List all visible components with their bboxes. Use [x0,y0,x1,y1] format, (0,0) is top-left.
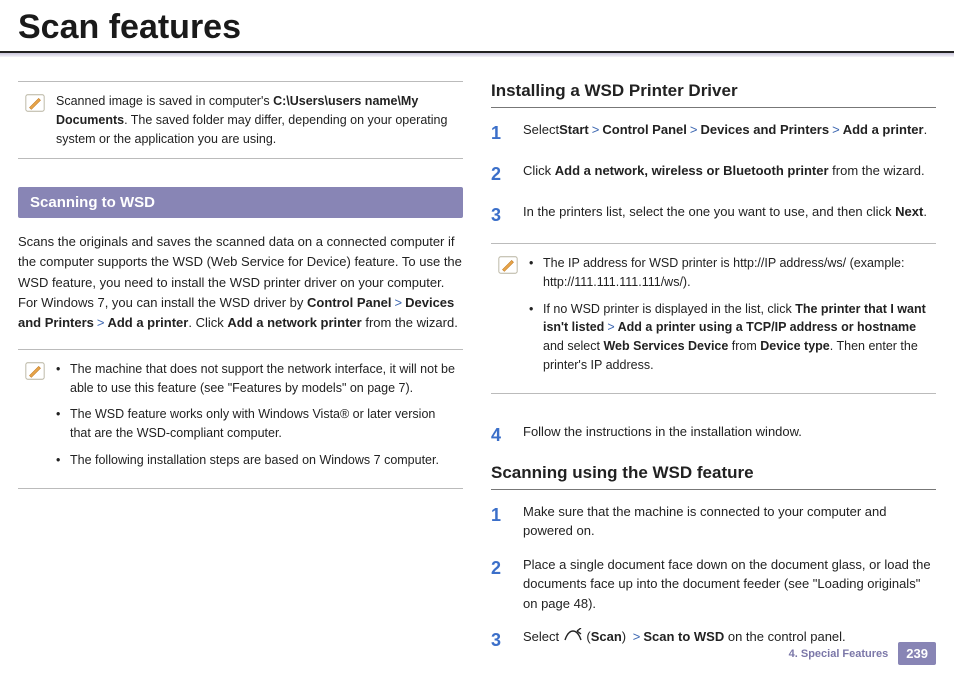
bold: Devices and Printers [700,122,829,137]
breadcrumb-sep: > [94,315,108,330]
paren: ( [583,629,591,644]
breadcrumb-sep: > [829,122,843,137]
list-item: If no WSD printer is displayed in the li… [529,300,930,375]
bold: Device type [760,339,829,353]
note-wsd-ip: The IP address for WSD printer is http:/… [491,243,936,394]
heading-rule [491,107,936,108]
step-number: 3 [491,627,509,654]
step-text: Follow the instructions in the installat… [523,422,936,449]
txt: Select [523,122,559,137]
bold: Start [559,122,589,137]
pencil-note-icon [24,360,46,382]
step-text: Place a single document face down on the… [523,555,936,614]
step-text: SelectStart>Control Panel>Devices and Pr… [523,120,936,147]
list-item: The IP address for WSD printer is http:/… [529,254,930,292]
scan-step-1: 1 Make sure that the machine is connecte… [491,502,936,541]
bold: Add a printer [843,122,924,137]
txt: from the wizard. [362,315,458,330]
note-wsd-requirements: The machine that does not support the ne… [18,349,463,489]
note-text: Scanned image is saved in computer's [56,94,273,108]
page-number: 239 [898,642,936,665]
section-heading-wsd: Scanning to WSD [18,187,463,218]
txt: If no WSD printer is displayed in the li… [543,302,795,316]
breadcrumb-sep: > [589,122,603,137]
heading-scan-wsd: Scanning using the WSD feature [491,463,936,483]
content-columns: Scanned image is saved in computer's C:\… [0,75,954,668]
txt: ). [683,275,691,289]
txt: Click [523,163,555,178]
bold: Control Panel [307,295,392,310]
note-body: The IP address for WSD printer is http:/… [529,254,930,383]
install-step-4: 4 Follow the instructions in the install… [491,422,936,449]
txt: . [924,122,928,137]
paren: ) [622,629,630,644]
note-body: Scanned image is saved in computer's C:\… [56,92,457,148]
heading-install-driver: Installing a WSD Printer Driver [491,81,936,101]
scan-step-2: 2 Place a single document face down on t… [491,555,936,614]
bold: Add a printer [107,315,188,330]
chapter-label: 4. Special Features [789,648,889,660]
page-footer: 4. Special Features 239 [789,642,936,665]
breadcrumb-sep: > [687,122,701,137]
note-saved-image: Scanned image is saved in computer's C:\… [18,81,463,159]
install-step-3: 3 In the printers list, select the one y… [491,202,936,229]
step-text: Make sure that the machine is connected … [523,502,936,541]
bold: Control Panel [602,122,687,137]
bold: Web Services Device [603,339,728,353]
pencil-note-icon [497,254,519,276]
txt: from the wizard. [829,163,925,178]
breadcrumb-sep: > [392,295,406,310]
right-column: Installing a WSD Printer Driver 1 Select… [491,75,936,668]
title-accent [0,53,954,57]
step-text: Click Add a network, wireless or Bluetoo… [523,161,936,188]
pencil-note-icon [24,92,46,114]
note-body: The machine that does not support the ne… [56,360,457,478]
bold: Add a printer using a TCP/IP address or … [618,320,916,334]
txt: The IP address for WSD printer is http:/… [543,256,905,270]
step-text: In the printers list, select the one you… [523,202,936,229]
bold: Scan to WSD [643,629,724,644]
install-step-2: 2 Click Add a network, wireless or Bluet… [491,161,936,188]
txt: from [728,339,760,353]
txt: and select [543,339,603,353]
list-item: The following installation steps are bas… [56,451,457,470]
install-step-1: 1 SelectStart>Control Panel>Devices and … [491,120,936,147]
step-number: 1 [491,120,509,147]
bold: Next [895,204,923,219]
bold: Add a network, wireless or Bluetooth pri… [555,163,829,178]
step-number: 1 [491,502,509,541]
step-number: 2 [491,555,509,614]
breadcrumb-sep: > [604,320,617,334]
step-number: 4 [491,422,509,449]
txt: In the printers list, select the one you… [523,204,895,219]
page-title: Scan features [0,0,954,47]
breadcrumb-sep: > [630,629,644,644]
bold: Add a network printer [227,315,361,330]
wsd-intro: Scans the originals and saves the scanne… [18,232,463,333]
txt: . [923,204,927,219]
step-number: 2 [491,161,509,188]
scan-icon [563,628,583,648]
heading-rule [491,489,936,490]
left-column: Scanned image is saved in computer's C:\… [18,75,463,668]
list-item: The WSD feature works only with Windows … [56,405,457,443]
url: http://111.111.111.111/ws/ [543,275,683,289]
step-number: 3 [491,202,509,229]
bold: Scan [591,629,622,644]
txt: . Click [188,315,227,330]
list-item: The machine that does not support the ne… [56,360,457,398]
txt: Select [523,629,563,644]
